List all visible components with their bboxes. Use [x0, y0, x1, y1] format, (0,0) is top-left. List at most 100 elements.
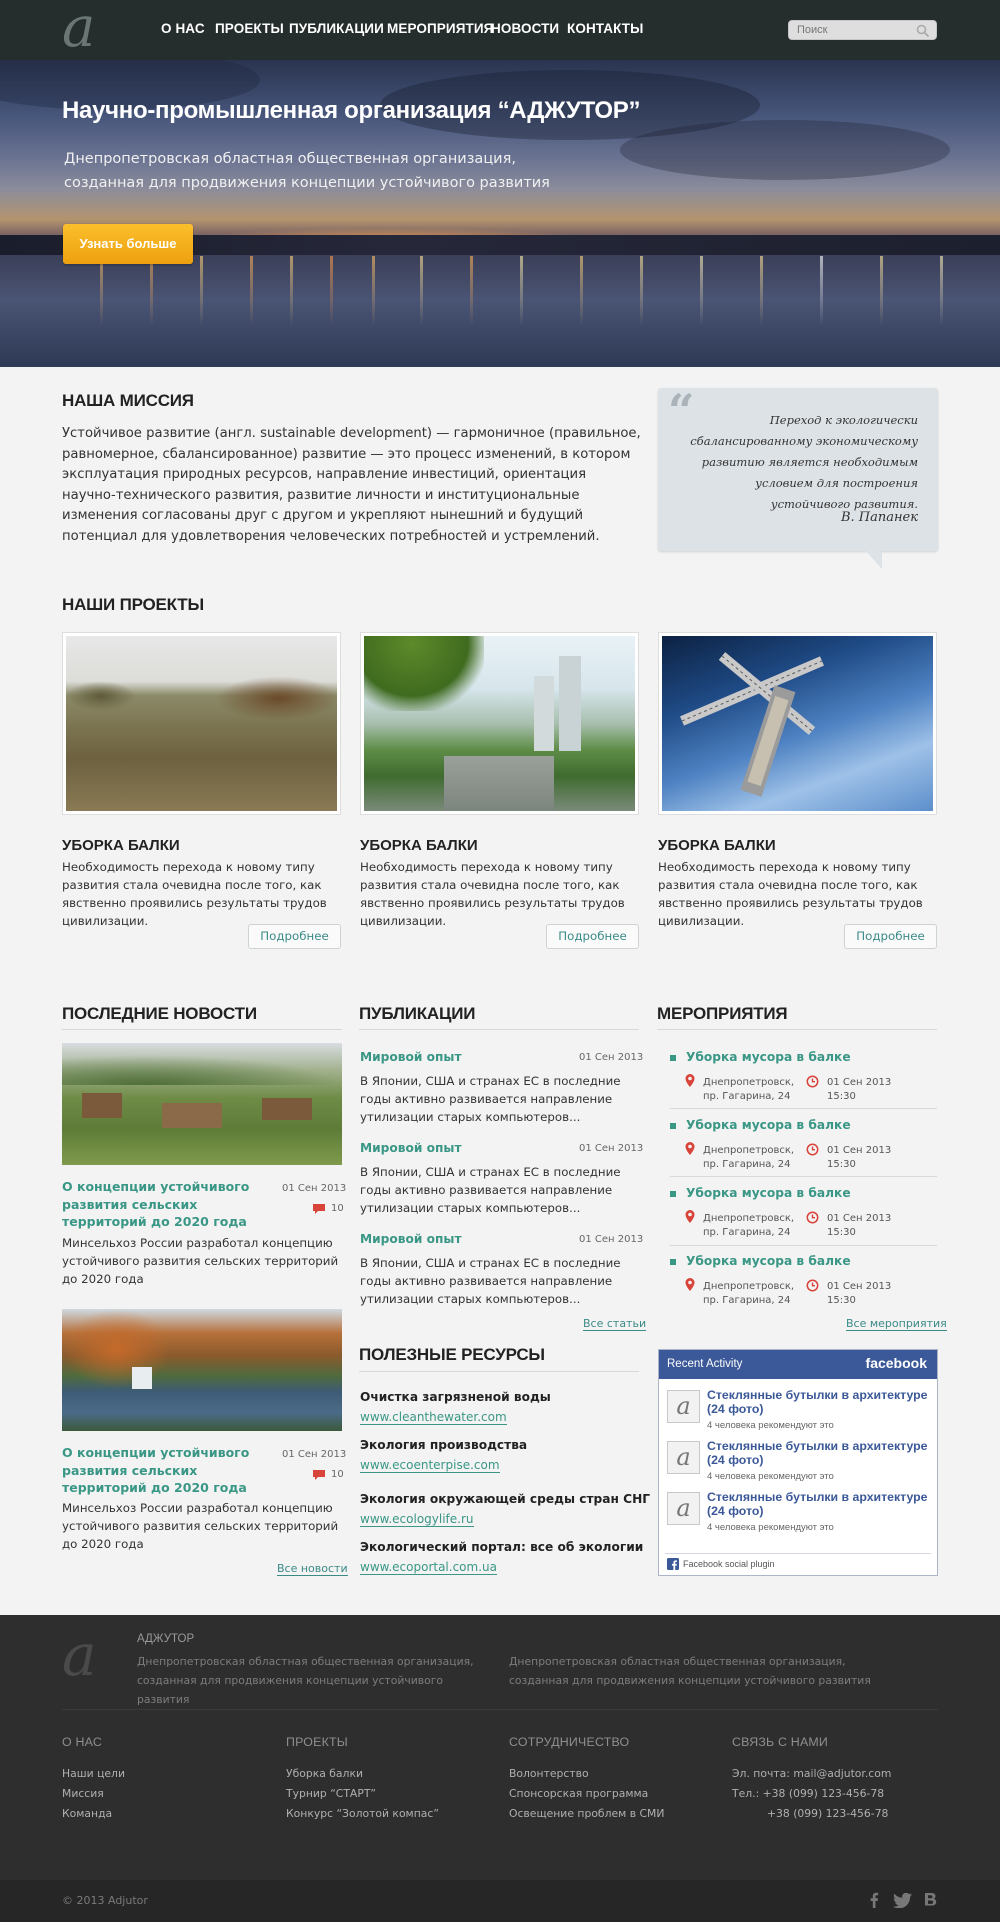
news-text: Минсельхоз России разработал концепцию у…: [62, 1236, 339, 1286]
fb-thumbnail[interactable]: a: [667, 1390, 700, 1423]
fb-item-link[interactable]: Стеклянные бутылки в архитектуре (24 фот…: [707, 1490, 932, 1518]
event-datetime: 01 Сен 2013 15:30: [827, 1213, 892, 1238]
footer-logo[interactable]: a: [62, 1626, 122, 1687]
fb-item-sub: 4 человека рекомендуют это: [707, 1420, 834, 1431]
resource-title: Экология производства: [360, 1438, 528, 1452]
nav-projects[interactable]: ПРОЕКТЫ: [215, 21, 284, 36]
contact-email[interactable]: Эл. почта: mail@adjutor.com: [732, 1767, 891, 1780]
footer-link[interactable]: Конкурс “Золотой компас”: [286, 1807, 439, 1820]
event-title-link[interactable]: Уборка мусора в балке: [686, 1050, 851, 1064]
project-image[interactable]: [658, 632, 937, 815]
publication-title-link[interactable]: Мировой опыт: [360, 1141, 462, 1155]
footer-link[interactable]: Миссия: [62, 1787, 104, 1800]
publication-date: 01 Сен 2013: [579, 1052, 644, 1063]
bullet-icon: [670, 1055, 676, 1061]
resource-title: Экология окружающей среды стран СНГ: [360, 1492, 651, 1506]
footer-link[interactable]: Наши цели: [62, 1767, 125, 1780]
footer-description: Днепропетровская областная общественная …: [137, 1655, 474, 1706]
resource-link[interactable]: www.cleanthewater.com: [360, 1410, 507, 1425]
footer-link[interactable]: Спонсорская программа: [509, 1787, 648, 1800]
search-input[interactable]: [797, 23, 917, 37]
publication-title-link[interactable]: Мировой опыт: [360, 1232, 462, 1246]
more-button[interactable]: Подробнее: [248, 924, 341, 949]
fb-thumbnail[interactable]: a: [667, 1441, 700, 1474]
event-place: Днепропетровск, пр. Гагарина, 24: [703, 1213, 795, 1238]
clock-icon: [806, 1143, 819, 1156]
facebook-widget: Recent Activity facebook a Стеклянные бу…: [658, 1349, 938, 1576]
resource-title: Экологический портал: все об экологии: [360, 1540, 644, 1554]
event-datetime: 01 Сен 2013 15:30: [827, 1281, 892, 1306]
project-image[interactable]: [360, 632, 639, 815]
nav-contacts[interactable]: КОНТАКТЫ: [567, 21, 643, 36]
news-image[interactable]: [62, 1043, 342, 1165]
divider: [670, 1245, 937, 1246]
hero-subtitle: Днепропетровская областная общественная …: [64, 147, 584, 195]
search-icon[interactable]: [916, 24, 930, 38]
news-image[interactable]: [62, 1309, 342, 1431]
quote-text: Переход к экологически сбалансированному…: [690, 413, 918, 511]
publications-heading: ПУБЛИКАЦИИ: [359, 1004, 476, 1023]
comment-count: 10: [331, 1203, 344, 1214]
resource-link[interactable]: www.ecoportal.com.ua: [360, 1560, 497, 1575]
footer-link[interactable]: Команда: [62, 1807, 112, 1820]
facebook-icon[interactable]: [869, 1892, 879, 1908]
divider: [359, 1371, 639, 1372]
nav-about[interactable]: О НАС: [161, 21, 205, 36]
project-title: УБОРКА БАЛКИ: [62, 837, 180, 854]
publication-text: В Японии, США и странах ЕС в последние г…: [360, 1165, 621, 1215]
resource-link[interactable]: www.ecologylife.ru: [360, 1512, 474, 1527]
footer-link[interactable]: Волонтерство: [509, 1767, 589, 1780]
twitter-icon[interactable]: [893, 1893, 912, 1908]
all-articles-link[interactable]: Все статьи: [583, 1317, 647, 1331]
contact-phone[interactable]: Тел.: +38 (099) 123-456-78: [732, 1787, 884, 1800]
footer-link[interactable]: Уборка балки: [286, 1767, 363, 1780]
fb-item-link[interactable]: Стеклянные бутылки в архитектуре (24 фот…: [707, 1388, 932, 1416]
facebook-icon: [667, 1558, 679, 1570]
event-title-link[interactable]: Уборка мусора в балке: [686, 1254, 851, 1268]
event-datetime: 01 Сен 2013 15:30: [827, 1145, 892, 1170]
fb-thumbnail[interactable]: a: [667, 1492, 700, 1525]
news-heading: ПОСЛЕДНИЕ НОВОСТИ: [62, 1004, 257, 1023]
quote-author: В. Папанек: [840, 510, 918, 525]
clock-icon: [806, 1279, 819, 1292]
hero-subtitle-line: созданная для продвижения концепции усто…: [64, 175, 550, 191]
contact-phone[interactable]: +38 (099) 123-456-78: [767, 1807, 888, 1820]
footer-heading: О НАС: [62, 1735, 102, 1749]
divider: [657, 1029, 937, 1030]
all-events-link[interactable]: Все мероприятия: [846, 1317, 947, 1331]
search-box[interactable]: [788, 20, 937, 40]
nav-news[interactable]: НОВОСТИ: [491, 21, 559, 36]
learn-more-button[interactable]: Узнать больше: [63, 224, 193, 264]
news-date: 01 Сен 2013: [282, 1183, 347, 1194]
footer-link[interactable]: Освещение проблем в СМИ: [509, 1807, 664, 1820]
vkontakte-icon[interactable]: [924, 1892, 938, 1908]
news-title-link[interactable]: О концепции устойчивого развития сельски…: [62, 1444, 277, 1497]
location-pin-icon: [685, 1278, 695, 1291]
publication-text: В Японии, США и странах ЕС в последние г…: [360, 1256, 621, 1306]
footer-link[interactable]: Турнир “СТАРТ”: [286, 1787, 376, 1800]
project-image[interactable]: [62, 632, 341, 815]
publication-title-link[interactable]: Мировой опыт: [360, 1050, 462, 1064]
event-title-link[interactable]: Уборка мусора в балке: [686, 1186, 851, 1200]
nav-publications[interactable]: ПУБЛИКАЦИИ: [289, 21, 384, 36]
logo[interactable]: a: [62, 0, 122, 58]
news-title-link[interactable]: О концепции устойчивого развития сельски…: [62, 1178, 277, 1231]
project-text: Необходимость перехода к новому типу раз…: [360, 860, 625, 928]
more-button[interactable]: Подробнее: [546, 924, 639, 949]
project-text: Необходимость перехода к новому типу раз…: [658, 860, 923, 928]
footer-brand: АДЖУТОР: [137, 1633, 195, 1645]
resources-heading: ПОЛЕЗНЫЕ РЕСУРСЫ: [359, 1345, 545, 1364]
nav-events[interactable]: МЕРОПРИЯТИЯ: [387, 21, 493, 36]
hero-subtitle-line: Днепропетровская областная общественная …: [64, 151, 516, 167]
footer-bottom-bar: [0, 1880, 1000, 1922]
divider: [62, 1029, 342, 1030]
event-title-link[interactable]: Уборка мусора в балке: [686, 1118, 851, 1132]
quote-tail: [866, 551, 882, 569]
fb-item-link[interactable]: Стеклянные бутылки в архитектуре (24 фот…: [707, 1439, 932, 1467]
more-button[interactable]: Подробнее: [844, 924, 937, 949]
all-news-link[interactable]: Все новости: [277, 1562, 348, 1576]
footer-heading: ПРОЕКТЫ: [286, 1735, 348, 1749]
event-datetime: 01 Сен 2013 15:30: [827, 1077, 892, 1102]
resource-link[interactable]: www.ecoenterpise.com: [360, 1458, 500, 1473]
divider: [62, 1709, 938, 1710]
